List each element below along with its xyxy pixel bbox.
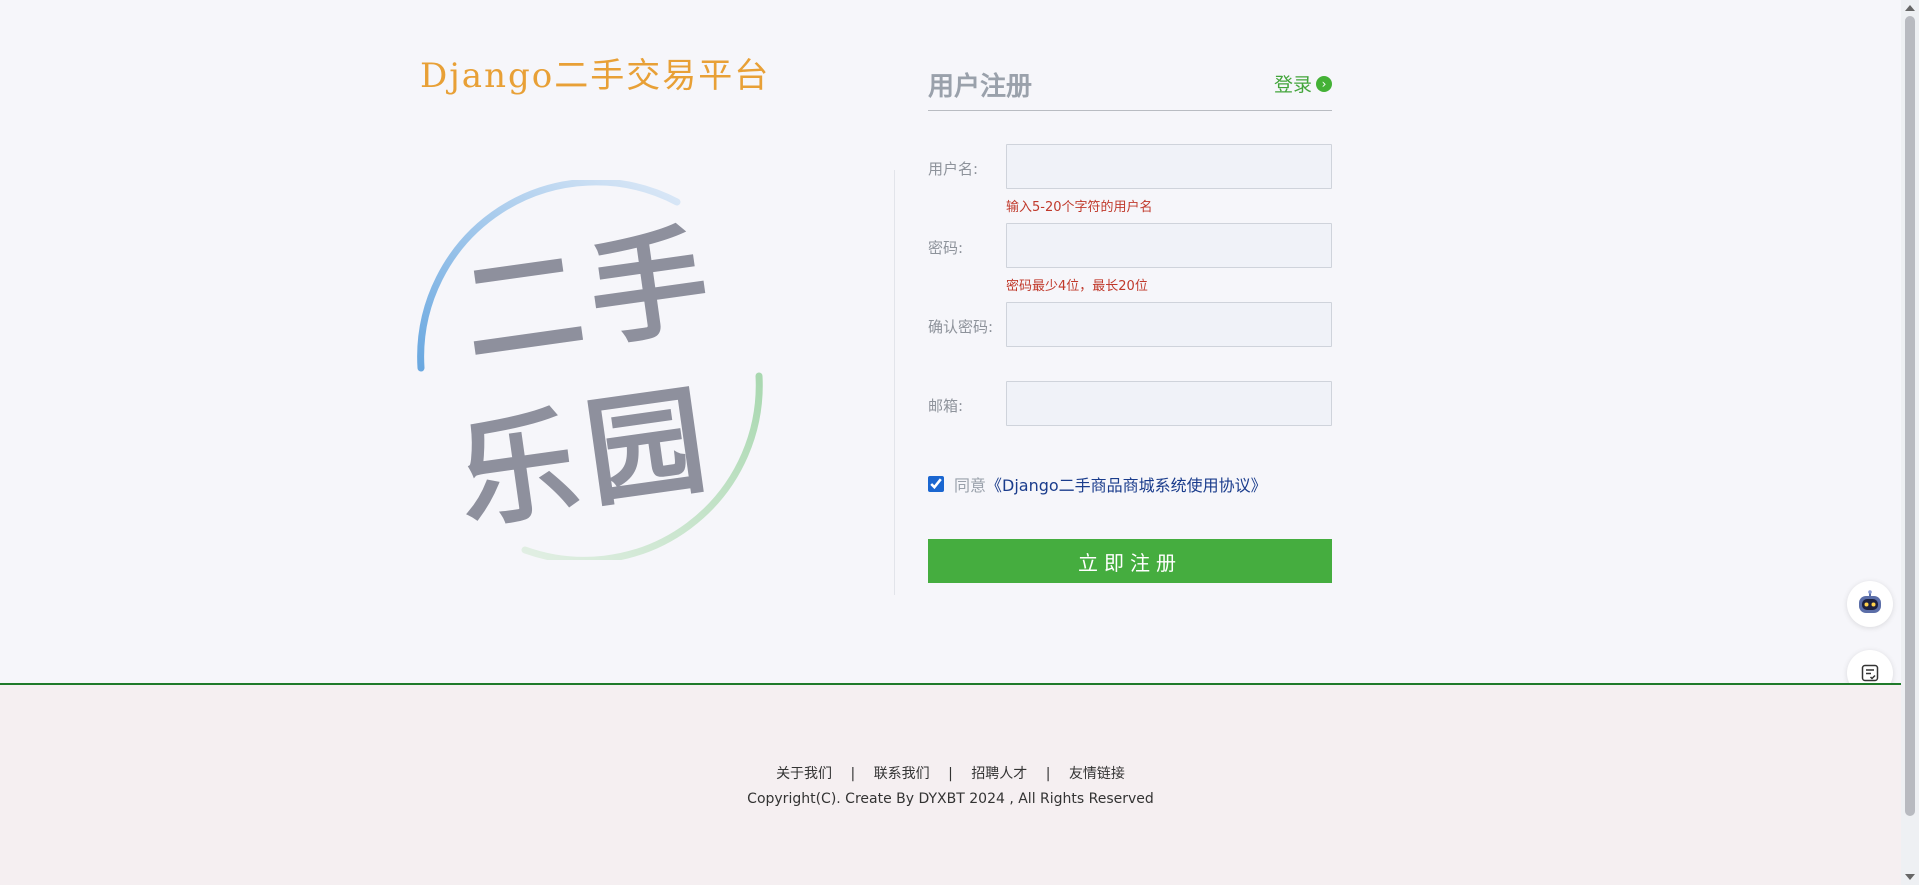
username-input[interactable] — [1006, 144, 1332, 189]
scroll-down-arrow-icon[interactable] — [1905, 874, 1915, 880]
footer-link-friends[interactable]: 友情链接 — [1069, 766, 1125, 782]
page: Django二手交易平台 二 手 乐 园 用户注册 登录 › 用户名: 输入5-… — [0, 0, 1919, 885]
footer-separator: | — [1045, 766, 1051, 782]
vertical-divider — [894, 170, 895, 595]
footer-separator: | — [850, 766, 856, 782]
agreement-link[interactable]: 《Django二手商品商城系统使用协议》 — [986, 476, 1267, 495]
logo-char-3: 乐 — [450, 393, 586, 546]
brand-title: Django二手交易平台 — [420, 56, 771, 96]
assistant-float-button[interactable] — [1847, 581, 1893, 627]
footer-link-about[interactable]: 关于我们 — [776, 766, 832, 782]
copyright: Copyright(C). Create By DYXBT 2024 , All… — [747, 791, 1154, 807]
footer-link-careers[interactable]: 招聘人才 — [971, 766, 1027, 782]
scroll-up-arrow-icon[interactable] — [1905, 5, 1915, 11]
email-label: 邮箱: — [928, 397, 964, 415]
footer-link-contact[interactable]: 联系我们 — [874, 766, 930, 782]
agreement-prefix: 同意 — [954, 476, 987, 495]
robot-assistant-icon — [1859, 590, 1881, 613]
chevron-right-icon: › — [1316, 75, 1332, 92]
agreement-checkbox[interactable] — [928, 476, 944, 492]
footer-separator: | — [948, 766, 953, 782]
scroll-thumb[interactable] — [1905, 16, 1915, 816]
checklist-icon — [1861, 664, 1879, 682]
footer-links: 关于我们 | 联系我们 | 招聘人才 | 友情链接 — [0, 763, 1901, 783]
login-link-label: 登录 — [1273, 74, 1312, 96]
register-button[interactable]: 立即注册 — [928, 539, 1332, 583]
form-title: 用户注册 — [928, 72, 1033, 102]
username-label: 用户名: — [928, 160, 979, 178]
email-input[interactable] — [1006, 381, 1332, 426]
password-label: 密码: — [928, 239, 964, 257]
agreement-row: 同意《Django二手商品商城系统使用协议》 — [928, 472, 1267, 496]
username-hint: 输入5-20个字符的用户名 — [1006, 200, 1153, 215]
login-link[interactable]: 登录 › — [1274, 70, 1332, 97]
logo-char-4: 园 — [578, 371, 714, 524]
form-header: 用户注册 登录 › — [928, 62, 1332, 111]
confirm-password-input[interactable] — [1006, 302, 1332, 347]
footer: 关于我们 | 联系我们 | 招聘人才 | 友情链接 Copyright(C). … — [0, 683, 1901, 885]
password-hint: 密码最少4位，最长20位 — [1006, 279, 1148, 294]
vertical-scrollbar[interactable] — [1901, 0, 1919, 885]
password-input[interactable] — [1006, 223, 1332, 268]
confirm-password-label: 确认密码: — [928, 318, 994, 336]
brand-logo: 二 手 乐 园 — [417, 180, 763, 560]
logo-char-1: 二 — [456, 231, 592, 384]
logo-char-2: 手 — [581, 211, 717, 364]
